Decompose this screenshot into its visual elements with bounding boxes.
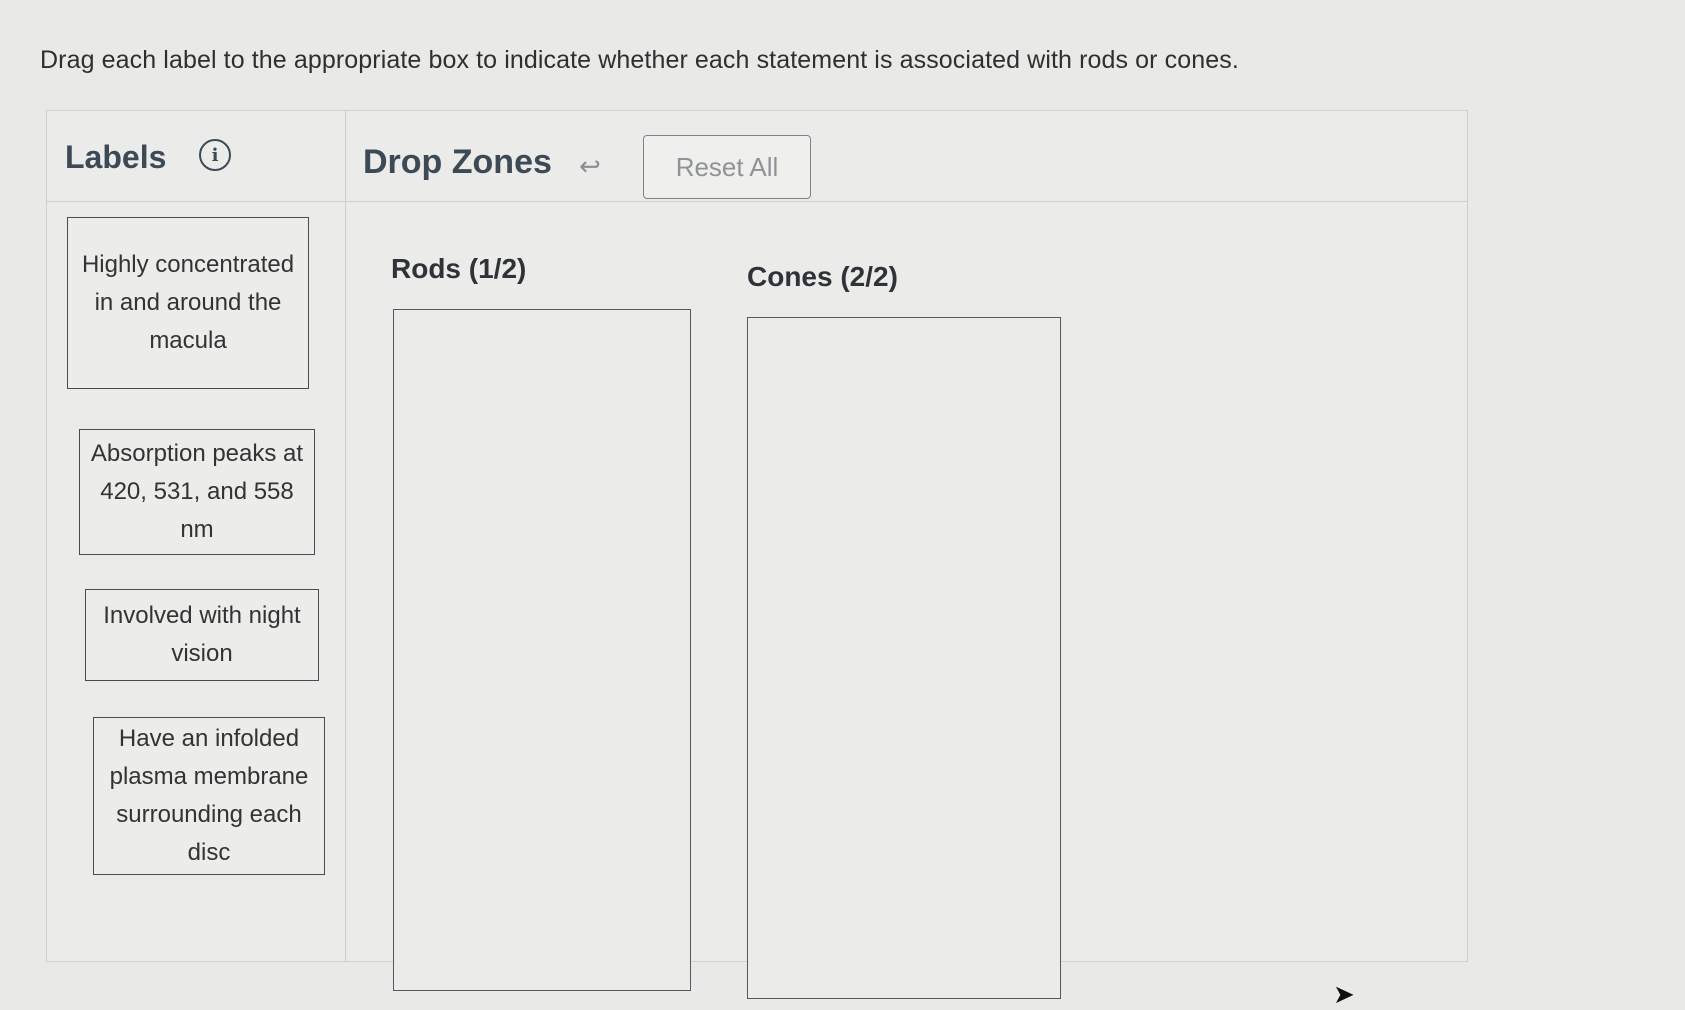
drag-drop-panel: Labels i Drop Zones ↩ Reset All Highly c… xyxy=(46,110,1468,1009)
label-card[interactable]: Highly concentrated in and around the ma… xyxy=(67,217,309,389)
label-card[interactable]: Have an infolded plasma membrane surroun… xyxy=(93,717,325,875)
undo-arrow-icon[interactable]: ↩ xyxy=(579,151,601,182)
cones-drop-zone[interactable] xyxy=(747,317,1061,999)
label-card-text: Have an infolded plasma membrane surroun… xyxy=(109,725,309,866)
mouse-pointer-icon: ➤ xyxy=(1333,979,1355,1009)
info-icon[interactable]: i xyxy=(199,139,231,171)
label-card-text: Highly concentrated in and around the ma… xyxy=(81,251,295,354)
label-card-text: Absorption peaks at 420, 531, and 558 nm xyxy=(90,440,304,543)
column-divider xyxy=(345,111,346,961)
cones-zone-title: Cones (2/2) xyxy=(747,261,898,292)
instructions-text: Drag each label to the appropriate box t… xyxy=(40,46,1239,74)
rods-zone-title: Rods (1/2) xyxy=(391,253,527,284)
rods-drop-zone[interactable] xyxy=(393,309,691,991)
label-card[interactable]: Involved with night vision xyxy=(85,589,319,681)
labels-heading: Labels xyxy=(65,139,167,175)
label-card-text: Involved with night vision xyxy=(103,602,301,667)
label-card[interactable]: Absorption peaks at 420, 531, and 558 nm xyxy=(79,429,315,555)
drop-zones-heading: Drop Zones xyxy=(363,143,552,181)
reset-all-button[interactable]: Reset All xyxy=(643,135,811,199)
